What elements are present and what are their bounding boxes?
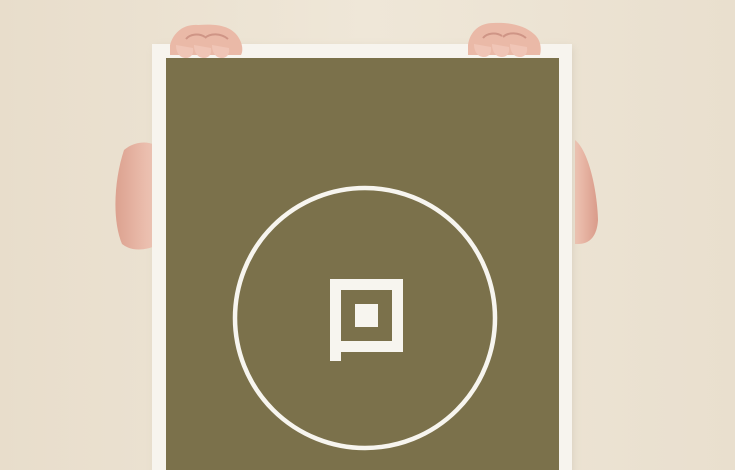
poster-photo: [0, 0, 735, 470]
poster-field: [166, 58, 559, 470]
emblem-center-square-icon: [355, 304, 378, 327]
photo-scene: [0, 0, 735, 470]
